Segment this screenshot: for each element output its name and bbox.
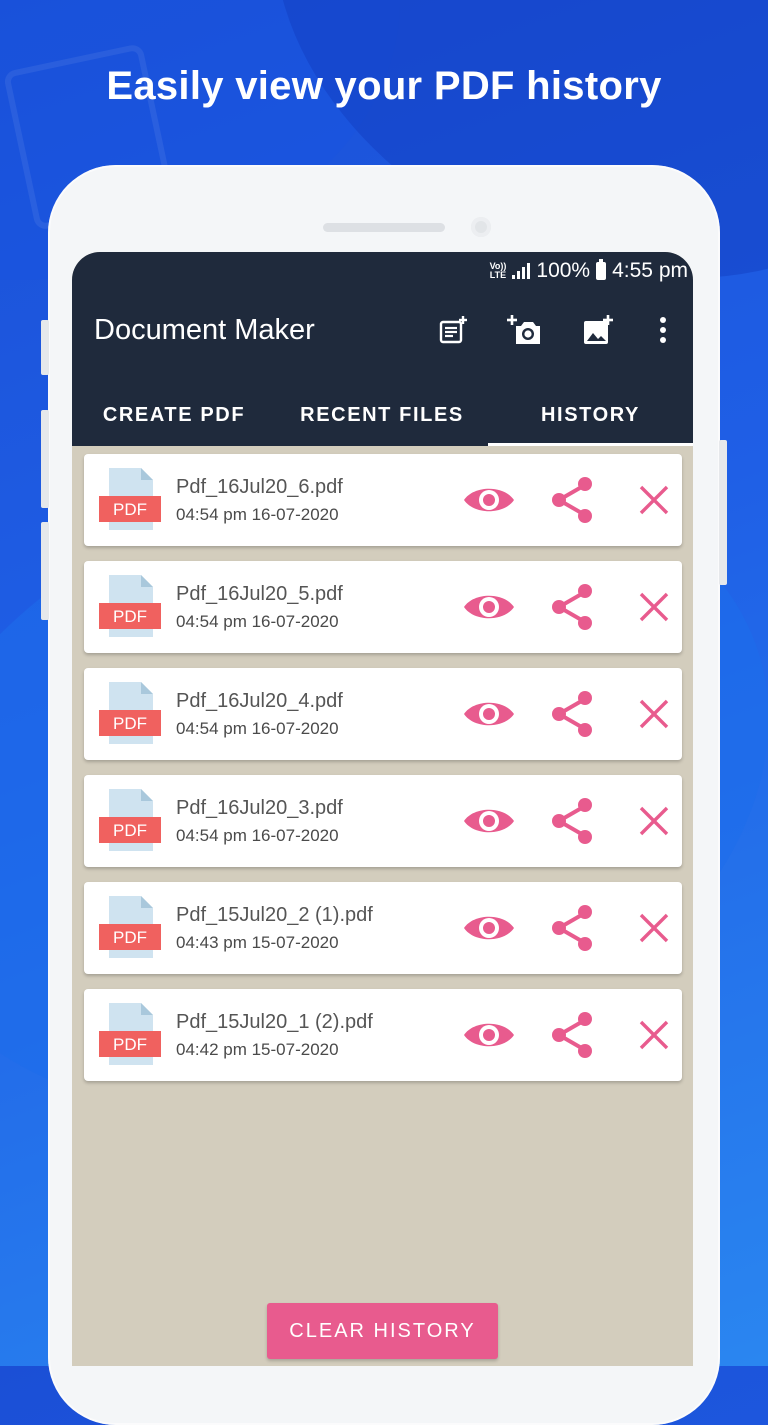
delete-x-icon[interactable]	[634, 583, 674, 631]
battery-icon	[596, 259, 607, 280]
app-title: Document Maker	[94, 314, 315, 346]
pdf-file-icon: PDF	[99, 896, 161, 958]
history-card[interactable]: PDF Pdf_16Jul20_4.pdf 04:54 pm 16-07-202…	[84, 668, 682, 760]
share-icon[interactable]	[548, 1011, 596, 1059]
view-eye-icon[interactable]	[462, 797, 516, 845]
pdf-badge: PDF	[113, 928, 147, 947]
view-eye-icon[interactable]	[462, 690, 516, 738]
history-card[interactable]: PDF Pdf_16Jul20_6.pdf 04:54 pm 16-07-202…	[84, 454, 682, 546]
volte-indicator: Vo)) LTE	[489, 261, 507, 280]
pdf-file-icon: PDF	[99, 682, 161, 744]
add-document-icon[interactable]	[435, 312, 471, 348]
file-name: Pdf_16Jul20_6.pdf	[176, 476, 343, 498]
more-vert-icon[interactable]	[650, 312, 676, 348]
delete-x-icon[interactable]	[634, 1011, 674, 1059]
pdf-file-icon: PDF	[99, 468, 161, 530]
view-eye-icon[interactable]	[462, 476, 516, 524]
view-eye-icon[interactable]	[462, 583, 516, 631]
file-name: Pdf_15Jul20_2 (1).pdf	[176, 904, 373, 926]
phone-side-button	[41, 522, 49, 620]
tab-bar: CREATE PDF RECENT FILES HISTORY	[72, 384, 693, 446]
pdf-file-icon: PDF	[99, 1003, 161, 1065]
delete-x-icon[interactable]	[634, 797, 674, 845]
file-name: Pdf_16Jul20_3.pdf	[176, 797, 343, 819]
file-date: 04:43 pm 15-07-2020	[176, 933, 339, 952]
pdf-file-icon: PDF	[99, 789, 161, 851]
file-date: 04:54 pm 16-07-2020	[176, 505, 339, 524]
phone-side-button	[41, 410, 49, 508]
file-date: 04:54 pm 16-07-2020	[176, 612, 339, 631]
history-card[interactable]: PDF Pdf_16Jul20_5.pdf 04:54 pm 16-07-202…	[84, 561, 682, 653]
phone-speaker	[323, 223, 445, 232]
pdf-badge: PDF	[113, 500, 147, 519]
phone-side-button	[41, 320, 49, 375]
status-bar: Vo)) LTE 100% 4:55 pm	[490, 256, 688, 286]
pdf-badge: PDF	[113, 1035, 147, 1054]
pdf-badge: PDF	[113, 821, 147, 840]
tab-history[interactable]: HISTORY	[488, 384, 693, 446]
tab-create-pdf[interactable]: CREATE PDF	[72, 384, 276, 446]
app-bar: Vo)) LTE 100% 4:55 pm Document Maker CRE…	[72, 252, 693, 446]
add-camera-icon[interactable]	[506, 312, 542, 348]
history-card[interactable]: PDF Pdf_16Jul20_3.pdf 04:54 pm 16-07-202…	[84, 775, 682, 867]
file-date: 04:54 pm 16-07-2020	[176, 719, 339, 738]
delete-x-icon[interactable]	[634, 904, 674, 952]
phone-side-button	[719, 440, 727, 585]
battery-percent: 100%	[536, 259, 591, 282]
clear-history-button[interactable]: CLEAR HISTORY	[267, 1303, 498, 1359]
share-icon[interactable]	[548, 476, 596, 524]
file-name: Pdf_16Jul20_4.pdf	[176, 690, 343, 712]
status-time: 4:55 pm	[612, 259, 688, 282]
pdf-file-icon: PDF	[99, 575, 161, 637]
share-icon[interactable]	[548, 690, 596, 738]
view-eye-icon[interactable]	[462, 1011, 516, 1059]
history-card[interactable]: PDF Pdf_15Jul20_1 (2).pdf 04:42 pm 15-07…	[84, 989, 682, 1081]
add-image-icon[interactable]	[580, 312, 616, 348]
history-card[interactable]: PDF Pdf_15Jul20_2 (1).pdf 04:43 pm 15-07…	[84, 882, 682, 974]
phone-camera	[471, 217, 491, 237]
pdf-badge: PDF	[113, 714, 147, 733]
signal-icon	[512, 263, 531, 279]
pdf-badge: PDF	[113, 607, 147, 626]
history-list: PDF Pdf_16Jul20_6.pdf 04:54 pm 16-07-202…	[84, 454, 682, 1096]
phone-screen: Vo)) LTE 100% 4:55 pm Document Maker CRE…	[72, 252, 693, 1366]
file-date: 04:54 pm 16-07-2020	[176, 826, 339, 845]
view-eye-icon[interactable]	[462, 904, 516, 952]
delete-x-icon[interactable]	[634, 690, 674, 738]
file-date: 04:42 pm 15-07-2020	[176, 1040, 339, 1059]
share-icon[interactable]	[548, 583, 596, 631]
file-name: Pdf_15Jul20_1 (2).pdf	[176, 1011, 373, 1033]
share-icon[interactable]	[548, 797, 596, 845]
share-icon[interactable]	[548, 904, 596, 952]
file-name: Pdf_16Jul20_5.pdf	[176, 583, 343, 605]
promo-headline: Easily view your PDF history	[106, 64, 662, 108]
tab-recent-files[interactable]: RECENT FILES	[276, 384, 488, 446]
delete-x-icon[interactable]	[634, 476, 674, 524]
